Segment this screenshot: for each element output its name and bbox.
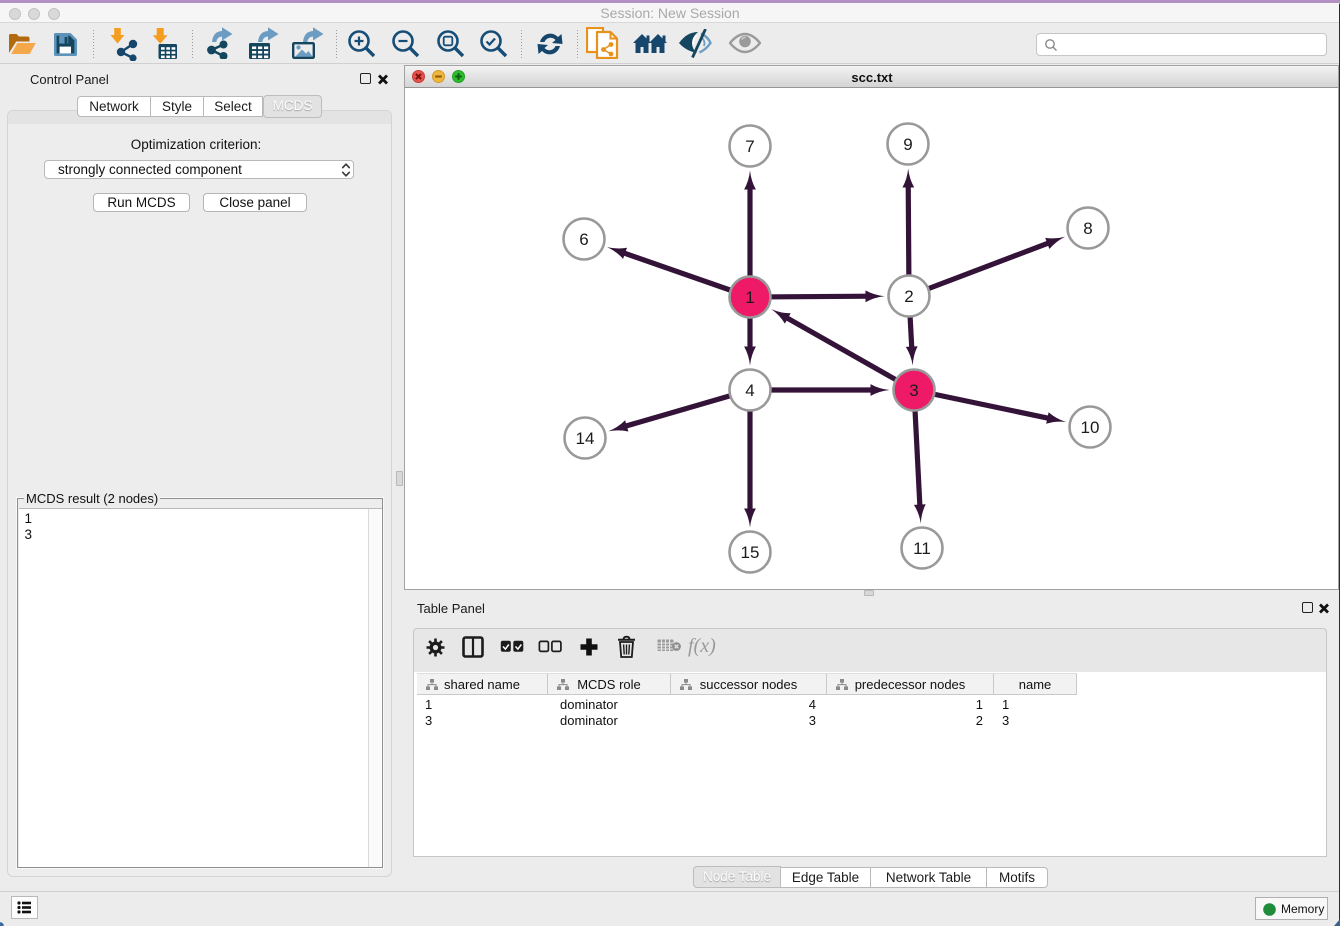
- svg-text:11: 11: [913, 539, 931, 558]
- svg-text:1: 1: [745, 288, 754, 307]
- svg-text:3: 3: [909, 381, 918, 400]
- svg-text:9: 9: [903, 135, 912, 154]
- svg-text:15: 15: [741, 543, 760, 562]
- svg-text:6: 6: [579, 230, 588, 249]
- svg-text:4: 4: [745, 381, 754, 400]
- svg-text:7: 7: [745, 137, 754, 156]
- svg-text:8: 8: [1083, 219, 1092, 238]
- svg-text:10: 10: [1081, 418, 1100, 437]
- svg-text:14: 14: [576, 429, 595, 448]
- svg-text:2: 2: [904, 287, 913, 306]
